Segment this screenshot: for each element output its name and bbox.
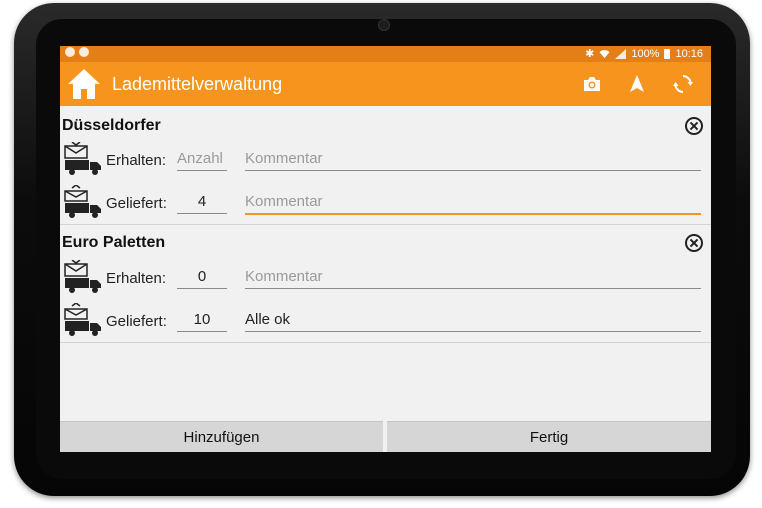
section-title: Euro Paletten <box>62 234 166 251</box>
delivered-comment-input[interactable]: Kommentar <box>245 191 701 215</box>
section-divider <box>60 342 711 343</box>
row-delivered: Geliefert: 4 Kommentar <box>60 185 711 219</box>
received-label: Erhalten: <box>106 152 167 169</box>
truck-load-icon <box>64 185 101 218</box>
received-quantity-input[interactable]: Anzahl <box>177 148 227 171</box>
truck-load-icon <box>64 303 101 336</box>
received-comment-input[interactable]: Kommentar <box>245 266 701 289</box>
truck-unload-icon <box>64 260 101 293</box>
remove-section-icon[interactable] <box>685 234 703 252</box>
navigation-icon[interactable] <box>626 73 648 95</box>
delivered-label: Geliefert: <box>106 313 167 330</box>
received-comment-input[interactable]: Kommentar <box>245 148 701 171</box>
home-icon[interactable] <box>66 67 102 101</box>
notification-icon <box>65 47 75 57</box>
wifi-icon <box>599 49 610 58</box>
bluetooth-icon: ✱ <box>585 48 595 60</box>
add-button[interactable]: Hinzufügen <box>60 421 383 452</box>
camera-icon[interactable] <box>581 73 603 95</box>
app-toolbar: Lademittelverwaltung <box>60 62 711 106</box>
done-button[interactable]: Fertig <box>387 421 711 452</box>
sync-icon[interactable] <box>672 73 694 95</box>
row-received: Erhalten: 0 Kommentar <box>60 260 711 294</box>
pallet-list: Düsseldorfer Erhalten: Anzahl Kommentar <box>60 106 711 421</box>
received-quantity-input[interactable]: 0 <box>177 266 227 289</box>
front-camera <box>378 19 390 31</box>
notification-icon <box>79 47 89 57</box>
status-bar: ✱ 100% 10:16 <box>60 46 711 62</box>
app-title: Lademittelverwaltung <box>112 74 283 94</box>
app-screen: ✱ 100% 10:16 Lademittelverwaltung Düssel… <box>60 46 711 452</box>
battery-percent: 100% <box>631 47 660 60</box>
section-divider <box>60 224 711 225</box>
received-label: Erhalten: <box>106 270 167 287</box>
tablet-side-button <box>745 40 748 58</box>
remove-section-icon[interactable] <box>685 117 703 135</box>
row-received: Erhalten: Anzahl Kommentar <box>60 142 711 176</box>
clock: 10:16 <box>675 47 703 60</box>
delivered-label: Geliefert: <box>106 195 167 212</box>
section-title: Düsseldorfer <box>62 117 161 134</box>
delivered-comment-input[interactable]: Alle ok <box>245 309 701 332</box>
row-delivered: Geliefert: 10 Alle ok <box>60 303 711 337</box>
bottom-button-bar: Hinzufügen Fertig <box>60 421 711 452</box>
delivered-quantity-input[interactable]: 4 <box>177 191 227 214</box>
truck-unload-icon <box>64 142 101 175</box>
delivered-quantity-input[interactable]: 10 <box>177 309 227 332</box>
battery-icon <box>664 48 671 59</box>
signal-icon <box>615 48 627 59</box>
